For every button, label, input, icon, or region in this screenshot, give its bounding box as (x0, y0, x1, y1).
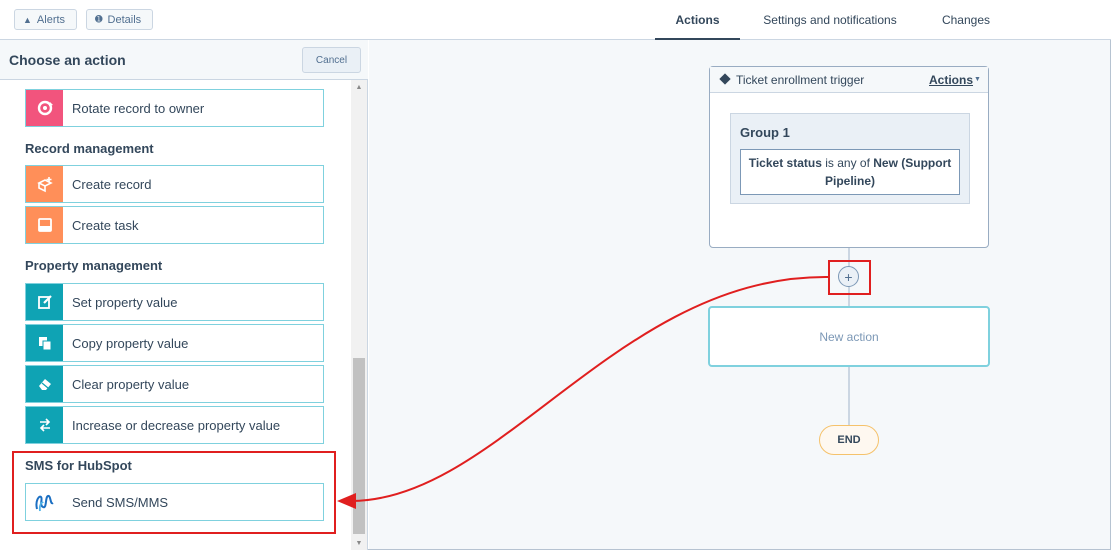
tab-changes[interactable]: Changes (928, 0, 1004, 40)
swap-arrows-icon (26, 407, 63, 443)
eraser-icon (26, 366, 63, 402)
action-clear-property-value[interactable]: Clear property value (25, 365, 324, 403)
chevron-down-icon[interactable]: ▼ (974, 76, 981, 83)
add-button-highlight (828, 260, 871, 295)
trigger-actions-menu[interactable]: Actions (929, 73, 973, 87)
create-task-icon (26, 207, 63, 243)
action-rotate-record-to-owner[interactable]: Rotate record to owner (25, 89, 324, 127)
rotate-owner-icon (26, 90, 63, 126)
trigger-diamond-icon (719, 73, 731, 85)
action-create-record[interactable]: Create record (25, 165, 324, 203)
sms-section-highlight (12, 451, 336, 534)
info-icon: ➊ (95, 14, 103, 24)
action-increase-or-decrease-property-value[interactable]: Increase or decrease property value (25, 406, 324, 444)
filter-condition[interactable]: Ticket status is any of New (Support Pip… (740, 149, 960, 195)
new-action-placeholder[interactable]: New action (708, 306, 990, 367)
trigger-card[interactable]: Ticket enrollment trigger Actions ▼ Grou… (709, 66, 989, 248)
connector-line (848, 367, 850, 425)
panel-scrollbar[interactable]: ▲ ▼ (351, 80, 367, 550)
copy-icon (26, 325, 63, 361)
warning-icon: ▲ (23, 14, 32, 25)
end-node: END (819, 425, 879, 455)
panel-title: Choose an action (9, 52, 126, 68)
section-title-property-management: Property management (25, 258, 163, 273)
section-title-record-management: Record management (25, 141, 154, 156)
tab-settings-and-notifications[interactable]: Settings and notifications (752, 0, 908, 40)
group-title: Group 1 (740, 125, 790, 140)
filter-group[interactable]: Group 1 Ticket status is any of New (Sup… (730, 113, 970, 204)
panel-header: Choose an action Cancel (0, 40, 368, 80)
scroll-up-arrow-icon[interactable]: ▲ (351, 80, 367, 94)
edit-icon (26, 284, 63, 320)
trigger-header: Ticket enrollment trigger Actions ▼ (710, 67, 988, 93)
trigger-title: Ticket enrollment trigger (736, 73, 865, 87)
cancel-button[interactable]: Cancel (302, 47, 361, 73)
action-create-task[interactable]: Create task (25, 206, 324, 244)
scroll-down-arrow-icon[interactable]: ▼ (351, 536, 367, 550)
top-bar: ▲ Alerts ➊ Details Actions Settings and … (0, 0, 1111, 41)
create-record-icon (26, 166, 63, 202)
choose-action-panel: Choose an action Cancel Rotate record to… (0, 40, 368, 550)
details-button[interactable]: ➊ Details (86, 9, 153, 30)
tab-actions[interactable]: Actions (655, 0, 740, 41)
scrollbar-thumb[interactable] (353, 358, 365, 534)
alerts-button[interactable]: ▲ Alerts (14, 9, 77, 30)
action-copy-property-value[interactable]: Copy property value (25, 324, 324, 362)
action-set-property-value[interactable]: Set property value (25, 283, 324, 321)
